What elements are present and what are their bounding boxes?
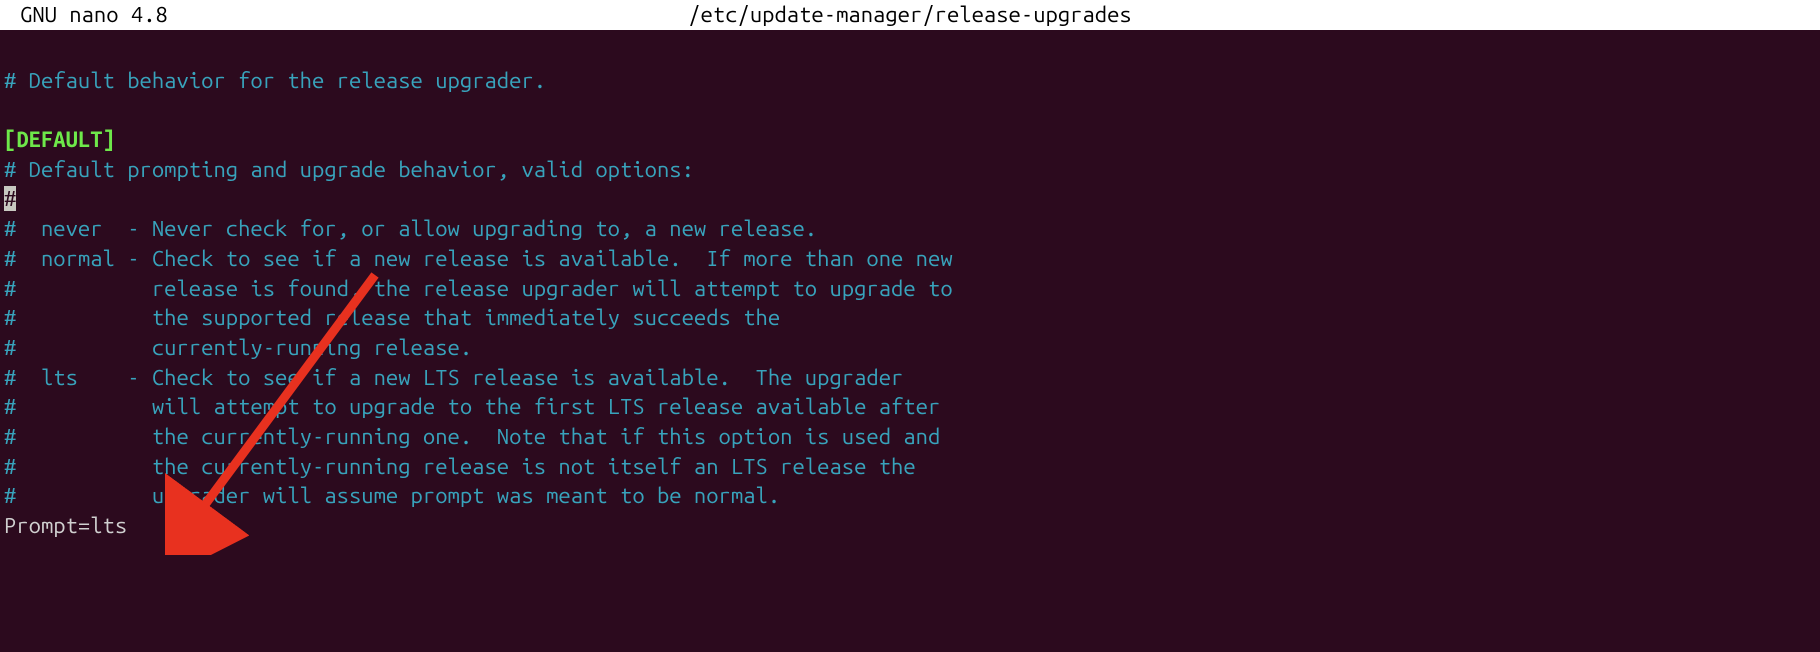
file-line: # the currently-running one. Note that i…	[4, 424, 940, 449]
file-line: # normal - Check to see if a new release…	[4, 246, 953, 271]
file-line-setting: Prompt=lts	[4, 513, 127, 538]
file-line: # never - Never check for, or allow upgr…	[4, 216, 817, 241]
file-line: # the currently-running release is not i…	[4, 454, 916, 479]
file-line-section: [DEFAULT]	[4, 127, 115, 152]
titlebar-app-name: GNU nano 4.8	[0, 0, 168, 30]
titlebar-filename: /etc/update-manager/release-upgrades	[0, 0, 1820, 30]
file-line: # upgrader will assume prompt was meant …	[4, 483, 780, 508]
editor-content[interactable]: # Default behavior for the release upgra…	[0, 30, 1820, 547]
editor-titlebar: /etc/update-manager/release-upgrades GNU…	[0, 0, 1820, 30]
file-line: # will attempt to upgrade to the first L…	[4, 394, 940, 419]
file-line: # lts - Check to see if a new LTS releas…	[4, 365, 903, 390]
file-line: # the supported release that immediately…	[4, 305, 780, 330]
cursor: #	[4, 186, 16, 211]
file-line: # release is found, the release upgrader…	[4, 276, 953, 301]
file-line: # Default prompting and upgrade behavior…	[4, 157, 694, 182]
file-line: # Default behavior for the release upgra…	[4, 68, 546, 93]
file-line: # currently-running release.	[4, 335, 472, 360]
